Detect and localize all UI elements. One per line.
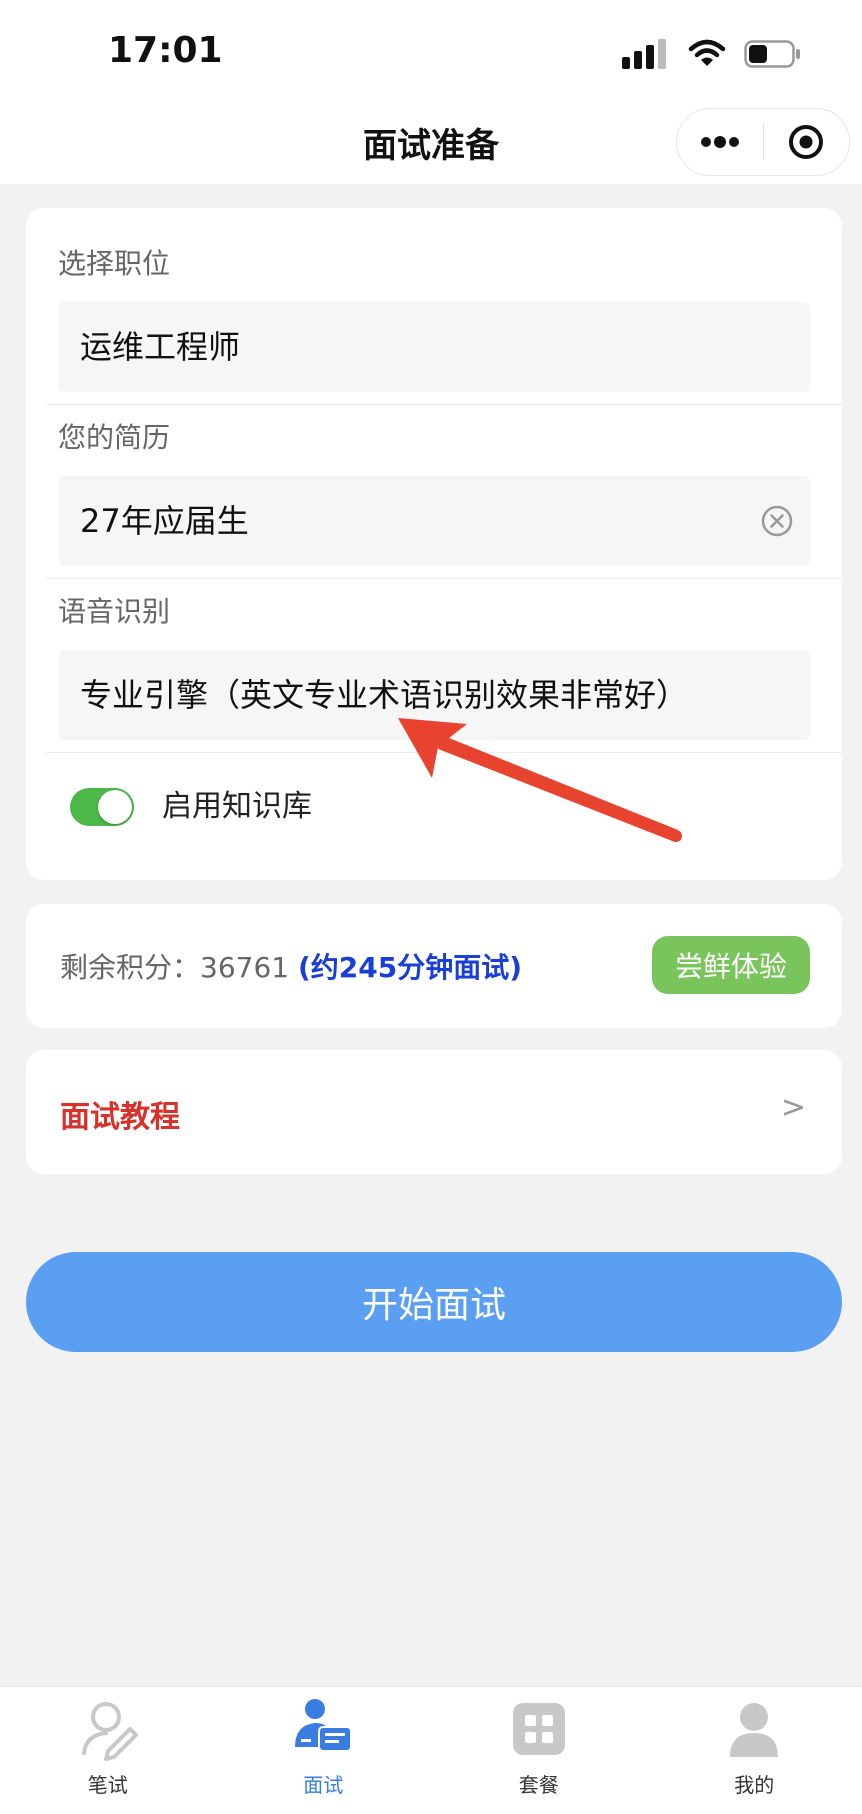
resume-label: 您的简历 — [58, 421, 171, 454]
knowledge-base-label: 启用知识库 — [162, 789, 312, 824]
tab-label: 笔试 — [87, 1773, 128, 1797]
target-circle-icon — [789, 125, 824, 159]
status-bar: 17:01 — [0, 0, 862, 100]
divider — [46, 578, 842, 579]
bottom-tab-bar: 笔试 面试 套餐 我的 — [0, 1686, 862, 1814]
nav-bar: 面试准备 — [0, 100, 862, 184]
mini-program-capsule — [676, 108, 850, 176]
tab-packages[interactable]: 套餐 — [431, 1687, 647, 1814]
clear-icon[interactable] — [760, 504, 794, 538]
position-label: 选择职位 — [58, 247, 171, 280]
interview-settings-card: 选择职位 运维工程师 您的简历 27年应届生 语音识别 专业引擎（英文专业术语识… — [26, 208, 842, 880]
wifi-icon — [688, 39, 726, 66]
points-label: 剩余积分： — [60, 951, 201, 984]
pen-user-icon — [81, 1702, 138, 1761]
close-miniprogram-button[interactable] — [764, 109, 850, 175]
divider — [46, 404, 842, 405]
status-time: 17:01 — [108, 30, 223, 71]
speech-recognition-label: 语音识别 — [58, 595, 171, 628]
grid-icon — [512, 1703, 565, 1755]
toggle-knob — [98, 790, 132, 824]
battery-icon — [744, 40, 800, 68]
speech-engine-select[interactable]: 专业引擎（英文专业术语识别效果非常好） — [58, 650, 810, 740]
chevron-right-icon: > — [780, 1090, 806, 1125]
interview-icon — [295, 1699, 353, 1752]
divider — [46, 752, 842, 753]
start-interview-button[interactable]: 开始面试 — [26, 1252, 842, 1352]
points-value: 36761 — [200, 951, 290, 984]
trial-button[interactable]: 尝鲜体验 — [652, 936, 810, 994]
tutorial-title: 面试教程 — [60, 1100, 180, 1135]
points-card: 剩余积分：36761 (约245分钟面试) 尝鲜体验 — [26, 904, 842, 1028]
knowledge-base-toggle[interactable] — [70, 788, 134, 826]
tab-label: 我的 — [734, 1773, 775, 1797]
points-minutes: (约245分钟面试) — [298, 951, 523, 984]
tab-interview[interactable]: 面试 — [216, 1687, 432, 1814]
resume-field[interactable]: 27年应届生 — [58, 476, 810, 566]
status-icons — [622, 36, 802, 72]
tab-label: 套餐 — [518, 1773, 559, 1797]
cellular-signal-icon — [622, 39, 666, 69]
position-select[interactable]: 运维工程师 — [58, 302, 810, 392]
points-info: 剩余积分：36761 (约245分钟面试) — [60, 946, 522, 986]
resume-value: 27年应届生 — [80, 502, 249, 540]
more-dots-icon — [700, 136, 739, 148]
tab-profile[interactable]: 我的 — [647, 1687, 862, 1814]
tutorial-row[interactable]: 面试教程 > — [26, 1050, 842, 1174]
tab-label: 面试 — [303, 1773, 344, 1797]
tab-written-test[interactable]: 笔试 — [0, 1687, 216, 1814]
more-button[interactable] — [677, 109, 763, 175]
profile-icon — [730, 1703, 779, 1757]
